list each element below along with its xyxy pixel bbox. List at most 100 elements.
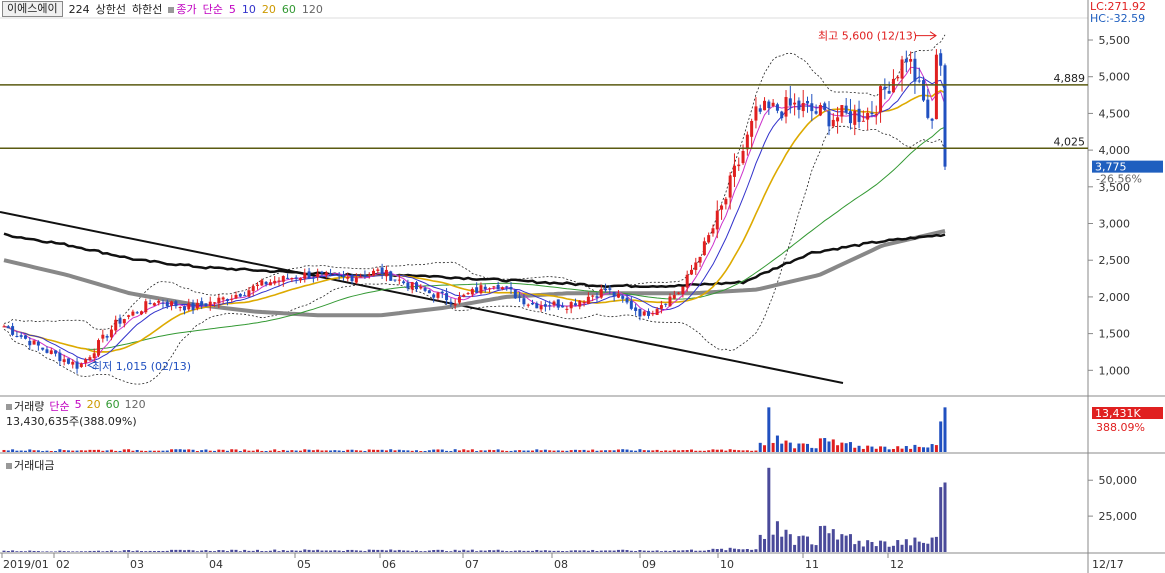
amount-bar: [217, 550, 221, 552]
amount-bar: [49, 551, 53, 552]
candle-body: [105, 336, 109, 338]
candle-body: [823, 103, 827, 110]
candle-body: [316, 273, 320, 278]
candle-body: [930, 118, 934, 121]
amount-bar: [213, 551, 217, 552]
candle-body: [277, 280, 281, 282]
candle-body: [264, 281, 268, 285]
amount-bar: [934, 536, 938, 552]
candle-body: [685, 274, 689, 288]
amount-bar: [466, 550, 470, 552]
volume-bar: [728, 449, 732, 452]
candle-body: [518, 296, 522, 298]
amount-bar: [483, 550, 487, 552]
stock-name-box[interactable]: 이에스에이: [2, 1, 63, 17]
candle-body: [900, 59, 904, 79]
volume-bar: [724, 450, 728, 452]
volume-bar: [677, 450, 681, 452]
volume-bar: [857, 445, 861, 452]
volume-badge-pct: 388.09%: [1096, 421, 1145, 434]
candle-body: [466, 293, 470, 295]
volume-bar: [238, 451, 242, 452]
volume-bar: [195, 451, 199, 452]
candle-body: [775, 104, 779, 111]
volume-bar: [767, 407, 771, 452]
volume-bar: [427, 450, 431, 452]
y-tick-label: 3,000: [1099, 218, 1131, 231]
volume-bar: [286, 450, 290, 452]
candle-body: [922, 80, 926, 101]
amount-bar: [874, 546, 878, 552]
amount-bar: [247, 550, 251, 552]
volume-bar: [707, 450, 711, 452]
candle-body: [488, 288, 492, 290]
volume-bar: [114, 450, 118, 452]
amount-bar: [651, 550, 655, 552]
volume-bar: [303, 449, 307, 452]
amount-bar: [500, 550, 504, 552]
volume-bar: [612, 450, 616, 452]
amount-bar: [436, 549, 440, 552]
volume-bar: [445, 450, 449, 452]
volume-bar: [879, 446, 883, 452]
amount-bar: [281, 550, 285, 552]
amount-bar: [135, 550, 139, 552]
volume-bar: [698, 450, 702, 452]
amount-bar: [88, 550, 92, 552]
volume-bar: [243, 449, 247, 452]
candle-body: [359, 276, 363, 278]
amount-bar: [470, 549, 474, 552]
amount-bar: [763, 538, 767, 552]
candle-body: [131, 311, 135, 316]
candle-body: [642, 311, 646, 316]
volume-bar: [844, 443, 848, 452]
amount-bar: [402, 550, 406, 552]
volume-bar: [848, 442, 852, 452]
amount-bar: [595, 551, 599, 552]
candle-body: [788, 98, 792, 106]
lc-hc-readout: LC:271.92 HC:-32.59: [1090, 1, 1146, 25]
candle-body: [891, 78, 895, 93]
volume-bar: [28, 449, 32, 452]
amount-bar: [105, 551, 109, 552]
amount-bar: [857, 540, 861, 552]
amount-bar: [526, 550, 530, 552]
volume-bar: [178, 449, 182, 452]
upper-limit-label: 상한선: [95, 3, 126, 16]
volume-bar: [419, 451, 423, 452]
candle-body: [556, 299, 560, 308]
amount-bar: [195, 551, 199, 552]
amount-bar: [496, 549, 500, 552]
volume-badge-text: 13,431K: [1095, 407, 1141, 420]
candle-body: [526, 304, 530, 306]
candle-body: [354, 277, 358, 283]
candle-body: [745, 134, 749, 150]
volume-bar: [333, 450, 337, 452]
amount-tick-label: 25,000: [1099, 510, 1138, 523]
candle-body: [406, 282, 410, 289]
candle-body: [144, 301, 148, 313]
amount-bar: [144, 551, 148, 552]
volume-bar: [191, 449, 195, 452]
amount-bar: [767, 467, 771, 552]
volume-bar: [88, 449, 92, 452]
volume-bar: [672, 449, 676, 452]
candle-body: [350, 275, 354, 282]
volume-bar: [402, 450, 406, 452]
y-tick-label: 2,500: [1099, 254, 1131, 267]
candle-body: [861, 120, 865, 122]
volume-bar: [217, 449, 221, 452]
x-tick-label: 2019/01: [3, 558, 49, 571]
amount-bar: [337, 550, 341, 552]
amount-bar: [780, 536, 784, 552]
stock-chart[interactable]: 5,5005,0004,5004,0003,5003,0002,5002,000…: [0, 0, 1165, 573]
amount-bar: [376, 549, 380, 552]
volume-bar: [823, 438, 827, 452]
amount-bar: [453, 549, 457, 552]
candle-body: [28, 340, 32, 346]
volume-bar: [831, 439, 835, 452]
amount-bar: [445, 551, 449, 552]
candle-body: [114, 319, 118, 331]
amount-bar: [165, 550, 169, 552]
candle-body: [324, 272, 328, 276]
